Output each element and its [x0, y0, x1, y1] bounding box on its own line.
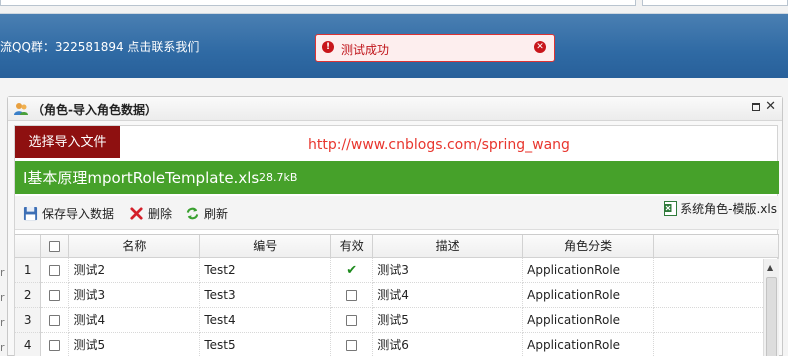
grid-body: 1 测试2 Test2 ✔ 测试3 ApplicationRole 2 测试3 Test3 测试4… — [15, 257, 779, 356]
cell-valid[interactable]: ✔ — [330, 257, 374, 283]
delete-label: 删除 — [148, 206, 173, 221]
cell-code[interactable]: Test5 — [199, 332, 332, 356]
browser-top-strip — [0, 0, 788, 14]
success-toast: ! 测试成功 ✕ — [315, 34, 555, 62]
column-header-category[interactable]: 角色分类 — [522, 235, 655, 258]
row-checkbox[interactable] — [49, 314, 61, 326]
maximize-icon[interactable] — [752, 103, 760, 111]
cell-filler — [653, 307, 779, 333]
cell-filler — [653, 332, 779, 356]
grid-table: 名称 编号 有效 描述 角色分类 1 测试2 Test2 ✔ 测试3 Applicatio… — [15, 235, 779, 356]
select-file-button[interactable]: 选择导入文件 — [15, 126, 120, 158]
cell-category[interactable]: ApplicationRole — [522, 257, 655, 283]
table-row[interactable]: 1 测试2 Test2 ✔ 测试3 ApplicationRole — [15, 257, 779, 283]
row-number: 1 — [15, 257, 42, 283]
cell-valid[interactable] — [330, 282, 374, 308]
table-row[interactable]: 4 测试5 Test5 测试6 ApplicationRole — [15, 332, 779, 356]
dialog-title-bar[interactable]: （角色-导入角色数据） ✕ — [8, 97, 782, 121]
cell-filler — [653, 257, 779, 283]
cell-filler — [653, 282, 779, 308]
blog-link[interactable]: http://www.cnblogs.com/spring_wang — [308, 137, 570, 153]
cell-name[interactable]: 测试5 — [68, 332, 201, 356]
row-number: 3 — [15, 307, 42, 333]
template-label: 系统角色-模版.xls — [680, 202, 777, 216]
column-header-valid[interactable]: 有效 — [330, 235, 374, 258]
template-download-link[interactable]: 系统角色-模版.xls — [664, 200, 777, 217]
refresh-button[interactable]: 刷新 — [185, 205, 228, 221]
save-icon — [23, 206, 38, 220]
toast-message: 测试成功 — [341, 43, 390, 57]
select-all-header[interactable] — [40, 235, 70, 258]
dialog-body: 选择导入文件 http://www.cnblogs.com/spring_wan… — [14, 125, 779, 356]
cell-category[interactable]: ApplicationRole — [522, 307, 655, 333]
valid-checked-icon[interactable]: ✔ — [346, 264, 357, 277]
close-icon[interactable]: ✕ — [765, 99, 776, 114]
address-bar[interactable] — [0, 0, 636, 6]
qq-contact-text[interactable]: 流QQ群：322581894 点击联系我们 — [0, 38, 199, 55]
toast-close-icon[interactable]: ✕ — [534, 41, 546, 53]
column-header-filler — [653, 235, 779, 258]
search-box[interactable] — [642, 0, 788, 6]
scroll-up-icon[interactable]: ▲ — [767, 263, 773, 272]
role-data-grid: 名称 编号 有效 描述 角色分类 1 测试2 Test2 ✔ 测试3 Applicatio… — [15, 234, 779, 356]
cell-category[interactable]: ApplicationRole — [522, 282, 655, 308]
import-dialog: （角色-导入角色数据） ✕ 选择导入文件 http://www.cnblogs.… — [7, 96, 783, 356]
row-number-header — [15, 235, 42, 258]
row-number: 2 — [15, 282, 42, 308]
row-select-cell[interactable] — [40, 257, 70, 283]
cell-name[interactable]: 测试3 — [68, 282, 201, 308]
grid-vertical-scrollbar[interactable]: ▲ — [763, 259, 779, 356]
cell-name[interactable]: 测试4 — [68, 307, 201, 333]
row-select-cell[interactable] — [40, 282, 70, 308]
cell-valid[interactable] — [330, 307, 374, 333]
row-select-cell[interactable] — [40, 332, 70, 356]
refresh-label: 刷新 — [204, 206, 229, 221]
column-header-description[interactable]: 描述 — [372, 235, 524, 258]
column-header-code[interactable]: 编号 — [199, 235, 332, 258]
grid-toolbar: 保存导入数据 删除 刷新 系统角色-模版.xls — [15, 196, 779, 230]
save-import-label: 保存导入数据 — [42, 206, 115, 221]
cell-name[interactable]: 测试2 — [68, 257, 201, 283]
column-header-name[interactable]: 名称 — [68, 235, 201, 258]
cell-code[interactable]: Test2 — [199, 257, 332, 283]
delete-button[interactable]: 删除 — [129, 205, 172, 221]
select-all-checkbox[interactable] — [49, 240, 61, 252]
grid-header-row: 名称 编号 有效 描述 角色分类 — [15, 235, 779, 258]
cell-code[interactable]: Test3 — [199, 282, 332, 308]
cell-category[interactable]: ApplicationRole — [522, 332, 655, 356]
cell-description[interactable]: 测试6 — [372, 332, 524, 356]
users-icon — [14, 103, 28, 115]
row-number: 4 — [15, 332, 42, 356]
row-checkbox[interactable] — [49, 339, 61, 351]
scrollbar-thumb[interactable] — [766, 277, 777, 356]
table-row[interactable]: 2 测试3 Test3 测试4 ApplicationRole — [15, 282, 779, 308]
cell-description[interactable]: 测试5 — [372, 307, 524, 333]
file-name: I基本原理mportRoleTemplate.xls — [23, 169, 260, 187]
row-select-cell[interactable] — [40, 307, 70, 333]
table-row[interactable]: 3 测试4 Test4 测试5 ApplicationRole — [15, 307, 779, 333]
valid-checkbox[interactable] — [346, 314, 358, 326]
valid-checkbox[interactable] — [346, 339, 358, 351]
file-size: 28.7kB — [259, 171, 298, 184]
valid-checkbox[interactable] — [346, 289, 358, 301]
cell-valid[interactable] — [330, 332, 374, 356]
row-checkbox[interactable] — [49, 264, 61, 276]
info-icon: ! — [322, 41, 334, 53]
delete-icon — [130, 206, 143, 220]
excel-file-icon — [664, 201, 678, 216]
uploaded-file-bar: I基本原理mportRoleTemplate.xls 28.7kB — [15, 161, 779, 194]
cell-code[interactable]: Test4 — [199, 307, 332, 333]
cell-description[interactable]: 测试4 — [372, 282, 524, 308]
dialog-title: （角色-导入角色数据） — [32, 103, 157, 117]
row-checkbox[interactable] — [49, 289, 61, 301]
save-import-button[interactable]: 保存导入数据 — [23, 205, 114, 221]
cell-description[interactable]: 测试3 — [372, 257, 524, 283]
refresh-icon — [186, 207, 199, 219]
